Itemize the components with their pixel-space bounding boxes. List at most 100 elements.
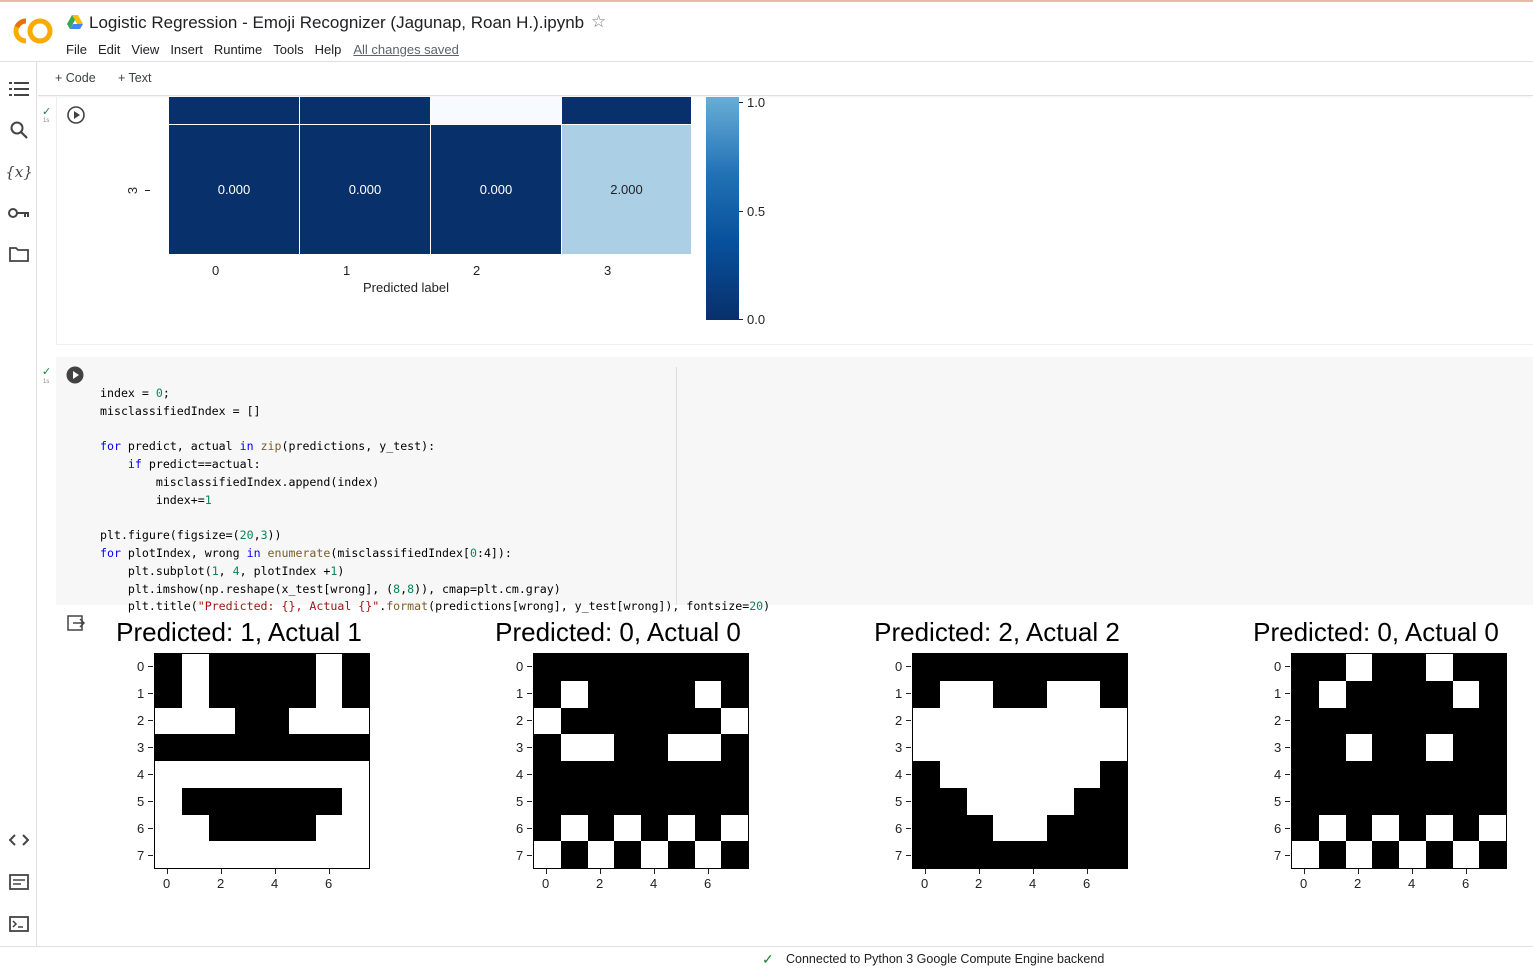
pixel xyxy=(993,841,1020,868)
y-tick-label: 6 xyxy=(137,821,145,836)
pixel xyxy=(1452,841,1480,868)
x-tick-mark xyxy=(654,869,655,874)
pixel xyxy=(560,761,588,788)
y-tick-label: 4 xyxy=(516,767,524,782)
pixel xyxy=(641,814,668,842)
pixel xyxy=(534,787,561,815)
pixel xyxy=(560,707,588,735)
panel-title: Predicted: 0, Actual 0 xyxy=(1253,617,1499,647)
menu-edit[interactable]: Edit xyxy=(98,42,120,57)
code-line: plt.figure(figsize=(20,3)) xyxy=(100,528,282,543)
colab-logo-icon[interactable] xyxy=(12,14,54,48)
pixel xyxy=(534,654,561,681)
code-editor[interactable]: index = 0; misclassifiedIndex = [] for p… xyxy=(100,367,770,616)
menu-help[interactable]: Help xyxy=(315,42,342,57)
x-tick-mark xyxy=(1033,869,1034,874)
code-cell[interactable]: index = 0; misclassifiedIndex = [] for p… xyxy=(56,357,1533,613)
pixel xyxy=(181,707,209,735)
image-panel: Predicted: 1, Actual 1 0 1 2 3 4 5 6 7 0 2 4 6 xyxy=(109,607,409,907)
menu-file[interactable]: File xyxy=(66,42,87,57)
pixel xyxy=(315,707,343,735)
pixel xyxy=(993,654,1020,681)
y-tick-mark xyxy=(906,747,911,748)
add-text-button[interactable]: + Text xyxy=(118,71,151,85)
code-snippets-icon[interactable] xyxy=(8,829,30,851)
table-of-contents-icon[interactable] xyxy=(8,78,30,100)
cm-cell-3-0: 0.000 xyxy=(169,125,300,255)
run-cell-button[interactable] xyxy=(67,106,85,124)
pixel xyxy=(1046,814,1074,842)
y-tick-label: 6 xyxy=(516,821,524,836)
y-tick-label: 5 xyxy=(895,794,903,809)
pixel xyxy=(181,680,209,708)
connection-status[interactable]: Connected to Python 3 Google Compute Eng… xyxy=(786,952,1104,966)
terminal-icon[interactable] xyxy=(8,913,30,935)
files-folder-icon[interactable] xyxy=(8,243,30,265)
pixel xyxy=(1479,787,1506,815)
command-palette-icon[interactable] xyxy=(8,871,30,893)
x-tick-mark xyxy=(1087,869,1088,874)
pixel xyxy=(1452,787,1480,815)
pixel xyxy=(208,841,236,868)
pixel xyxy=(1452,680,1480,708)
pixel xyxy=(913,841,940,868)
cell-executed-check-icon: ✓ xyxy=(42,366,52,378)
y-tick-label: 7 xyxy=(1274,848,1282,863)
x-tick-label: 6 xyxy=(325,876,333,891)
pixel xyxy=(1100,707,1127,735)
colorbar-tick-05: 0.5 xyxy=(747,204,766,219)
pixel xyxy=(1345,680,1373,708)
x-tick-label: 2 xyxy=(975,876,983,891)
y-tick-mark xyxy=(527,666,532,667)
pixel xyxy=(913,654,940,681)
run-cell-button[interactable] xyxy=(66,366,84,384)
cm-cell-top-0 xyxy=(169,97,300,125)
colorbar-tick-mark xyxy=(739,211,743,212)
pixel xyxy=(155,761,182,788)
pixel xyxy=(1425,787,1453,815)
y-tick-mark xyxy=(1285,693,1290,694)
y-tick-label: 4 xyxy=(1274,767,1282,782)
code-line: plt.subplot(1, 4, plotIndex +1) xyxy=(100,563,345,578)
pixel xyxy=(315,654,343,681)
search-icon[interactable] xyxy=(8,119,30,141)
pixel xyxy=(587,680,615,708)
notebook-title[interactable]: Logistic Regression - Emoji Recognizer (… xyxy=(89,13,584,33)
pixel xyxy=(966,707,994,735)
menu-insert[interactable]: Insert xyxy=(170,42,203,57)
pixel xyxy=(1452,761,1480,788)
x-tick-mark xyxy=(925,869,926,874)
menu-runtime[interactable]: Runtime xyxy=(214,42,262,57)
menu-tools[interactable]: Tools xyxy=(273,42,303,57)
variables-icon[interactable]: {x} xyxy=(5,161,33,183)
pixel xyxy=(342,654,369,681)
star-icon[interactable]: ☆ xyxy=(591,12,606,32)
cm-row-label-3: 3 xyxy=(125,186,141,195)
left-sidebar: {x} xyxy=(0,62,37,946)
add-code-button[interactable]: + Code xyxy=(55,71,96,85)
pixel xyxy=(1020,707,1047,735)
pixel xyxy=(1046,761,1074,788)
menu-view[interactable]: View xyxy=(131,42,159,57)
pixel xyxy=(939,707,967,735)
pixel xyxy=(288,814,316,842)
pixel xyxy=(208,761,236,788)
pixel xyxy=(181,841,209,868)
x-tick-mark xyxy=(329,869,330,874)
x-tick-label: 0 xyxy=(163,876,171,891)
pixel xyxy=(641,707,668,735)
secrets-key-icon[interactable] xyxy=(8,202,30,224)
x-tick-label: 0 xyxy=(1300,876,1308,891)
code-line: if predict==actual: xyxy=(127,456,261,471)
pixel-grid xyxy=(154,653,370,869)
pixel xyxy=(1372,680,1399,708)
pixel xyxy=(1425,841,1453,868)
pixel xyxy=(694,654,722,681)
pixel xyxy=(721,761,748,788)
pixel xyxy=(155,654,182,681)
pixel xyxy=(913,734,940,761)
save-status-link[interactable]: All changes saved xyxy=(353,42,459,57)
pixel xyxy=(1318,814,1346,842)
x-tick-label: 4 xyxy=(650,876,658,891)
pixel xyxy=(1372,841,1399,868)
